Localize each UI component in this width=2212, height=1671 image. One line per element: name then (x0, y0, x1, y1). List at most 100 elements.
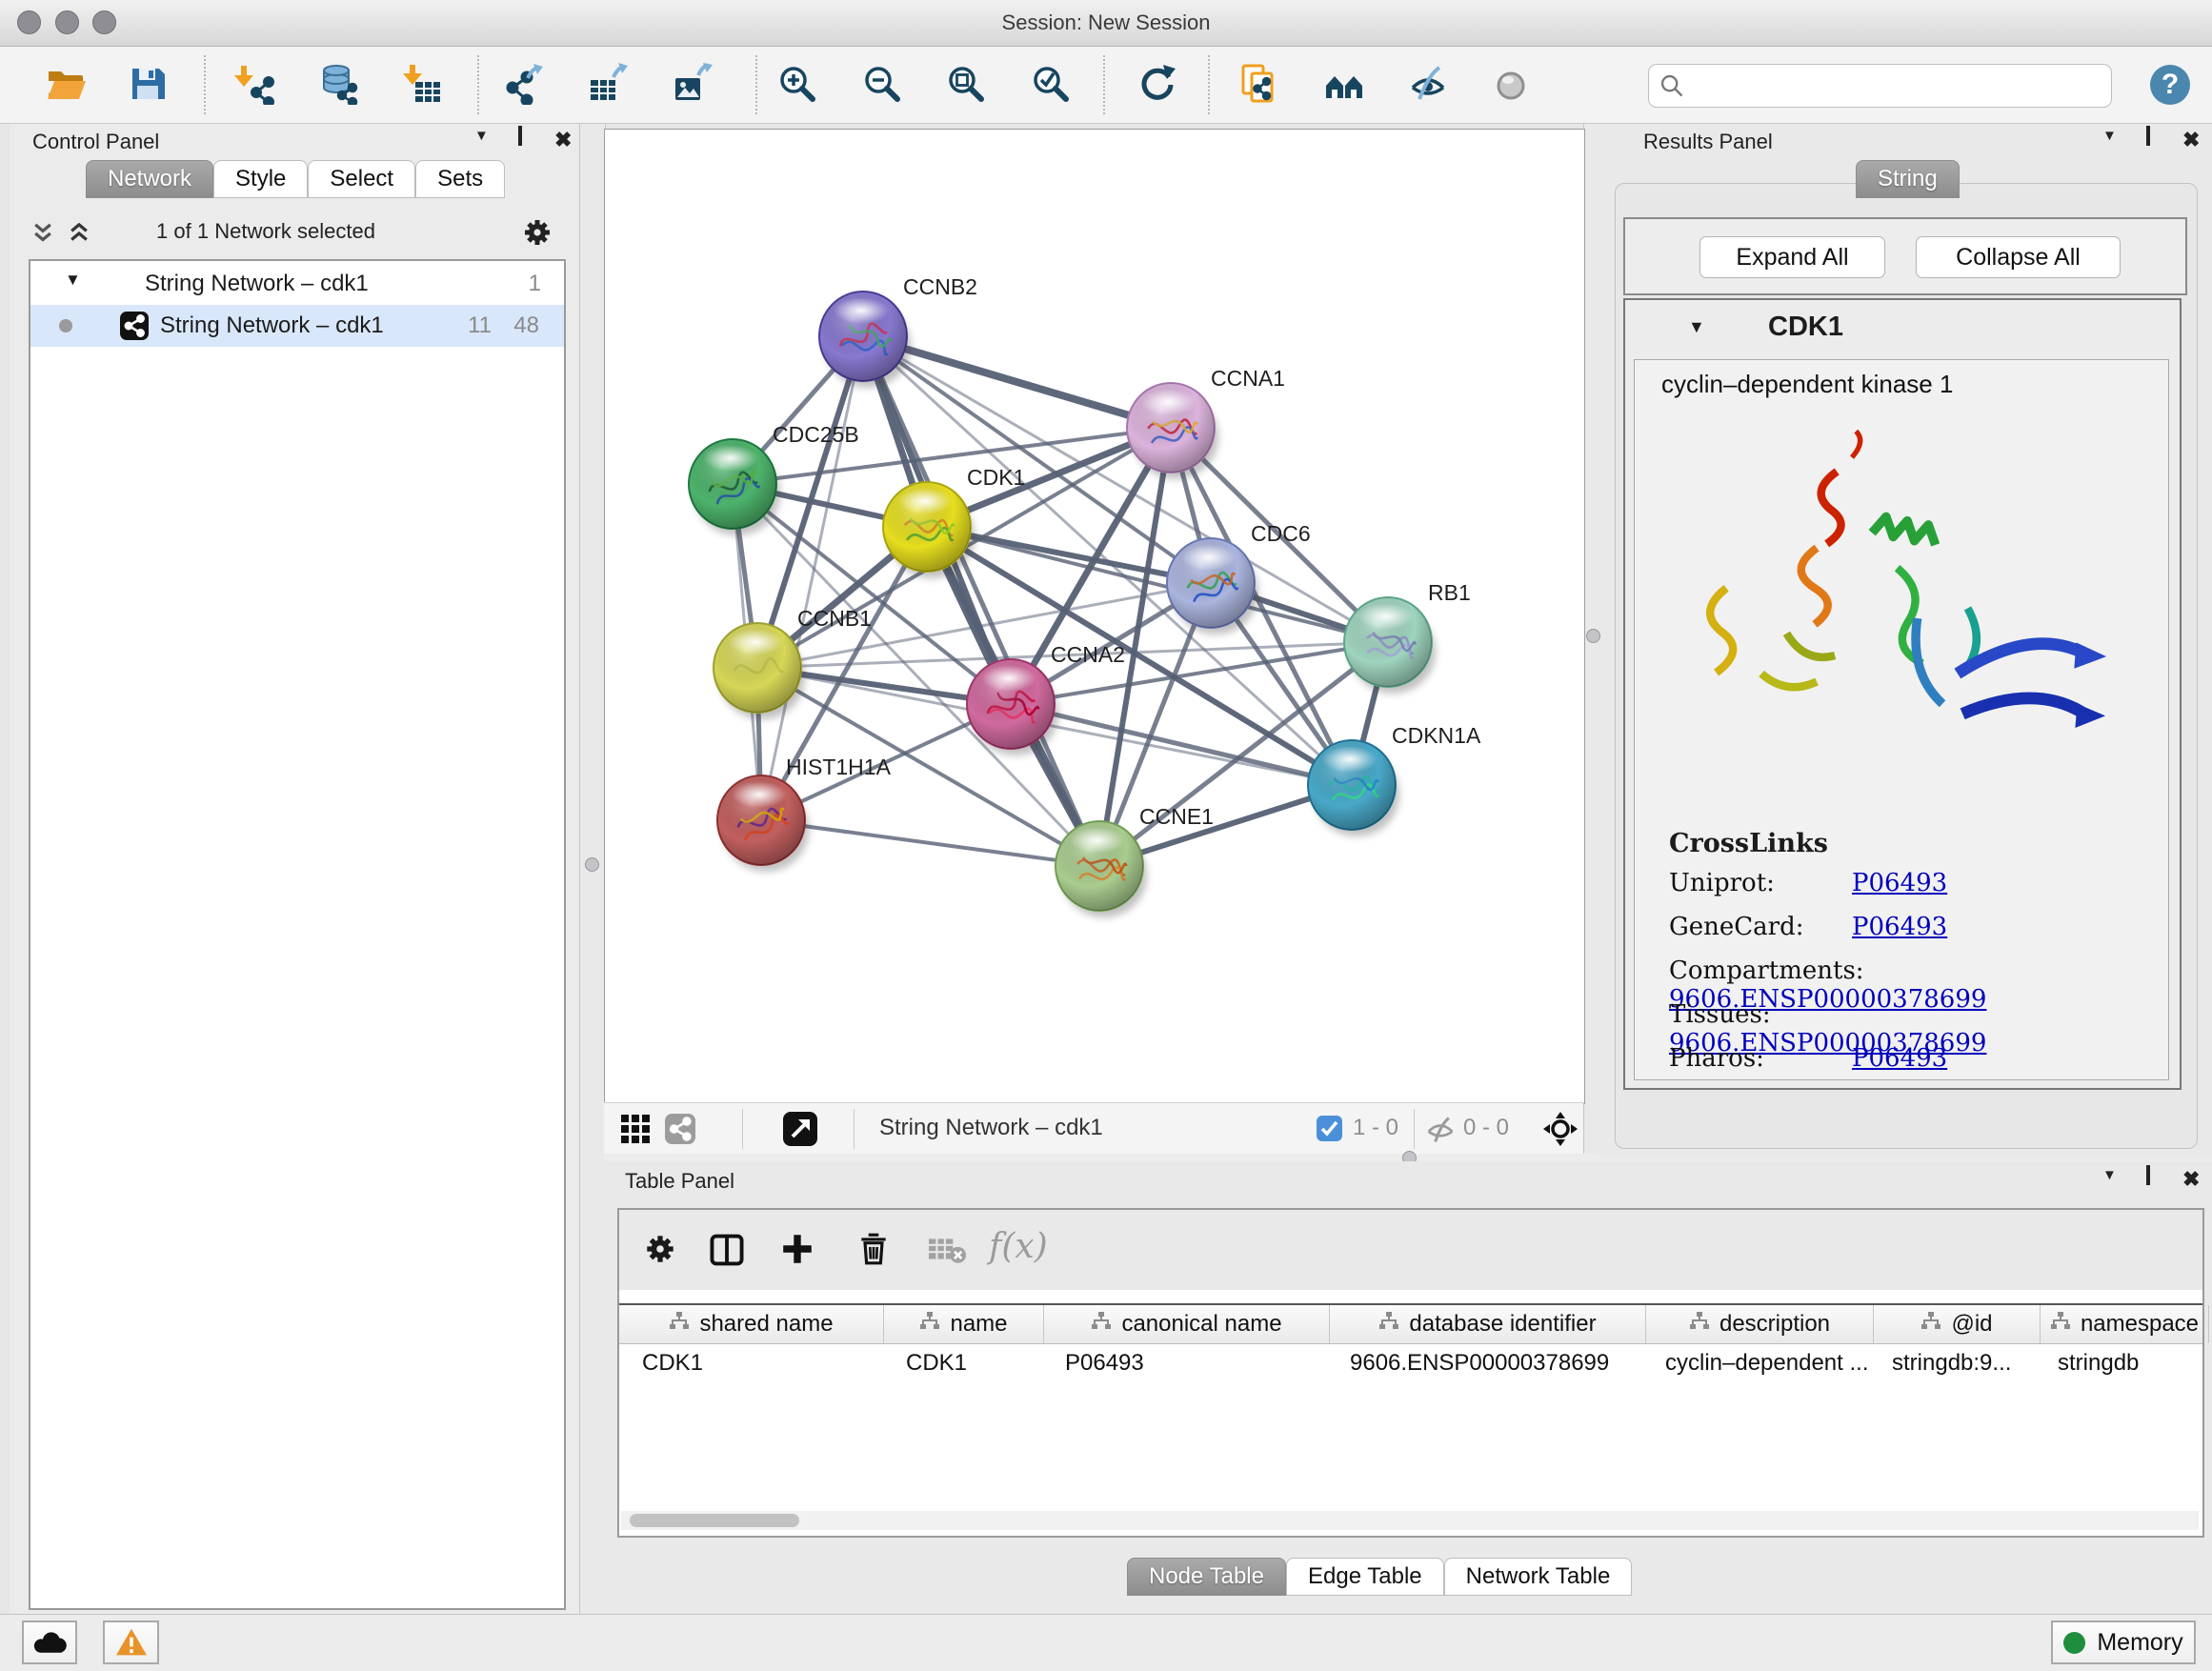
results-panel-close-icon[interactable]: ✖ (2182, 128, 2200, 152)
table-cell[interactable]: stringdb (2035, 1342, 2202, 1384)
node-label: CDKN1A (1392, 723, 1481, 748)
column-header-canonical-name[interactable]: canonical name (1044, 1305, 1330, 1343)
crosslink-row: Uniprot:P06493 (1669, 869, 2168, 913)
table-panel-menu-icon[interactable]: ▼ (2102, 1167, 2117, 1183)
network-node-rb1[interactable]: RB1 (1344, 580, 1471, 694)
network-edge[interactable] (1011, 704, 1352, 785)
zoom-fit-icon[interactable] (945, 63, 987, 105)
gene-card-collapse-icon[interactable]: ▼ (1688, 317, 1705, 337)
network-edge[interactable] (761, 336, 863, 820)
tab-select[interactable]: Select (308, 160, 415, 198)
tab-string[interactable]: String (1856, 160, 1960, 198)
column-header-shared-name[interactable]: shared name (619, 1305, 884, 1343)
column-header-namespace[interactable]: namespace (2041, 1305, 2209, 1343)
cloud-button[interactable] (22, 1621, 77, 1664)
zoom-out-icon[interactable] (861, 63, 903, 105)
column-header--id[interactable]: @id (1874, 1305, 2041, 1343)
tab-node-table[interactable]: Node Table (1127, 1558, 1286, 1596)
delete-table-icon (926, 1231, 964, 1269)
network-tree: ▼ String Network – cdk1 1 String Network… (29, 259, 566, 1610)
left-splitter[interactable] (579, 124, 606, 1614)
export-table-icon[interactable] (586, 63, 628, 105)
export-image-icon[interactable] (671, 63, 713, 105)
table-panel-float-icon[interactable] (2146, 1167, 2150, 1184)
column-header-name[interactable]: name (884, 1305, 1044, 1343)
tab-network-table[interactable]: Network Table (1444, 1558, 1633, 1596)
table-cell[interactable]: stringdb:9... (1869, 1342, 2035, 1384)
grid-view-icon[interactable] (621, 1115, 650, 1148)
network-node-hist1h1a[interactable]: HIST1H1A (717, 755, 892, 872)
search-input[interactable] (1693, 67, 2097, 103)
control-panel-float-icon[interactable] (518, 128, 522, 145)
network-edge[interactable] (761, 820, 1099, 866)
scrollbar-thumb[interactable] (630, 1514, 799, 1527)
export-network-icon[interactable] (501, 63, 543, 105)
table-horizontal-scrollbar[interactable] (621, 1511, 2199, 1530)
import-network-file-icon[interactable] (233, 63, 275, 105)
table-panel-close-icon[interactable]: ✖ (2182, 1167, 2200, 1192)
tab-style[interactable]: Style (213, 160, 308, 198)
birds-eye-view-icon[interactable] (783, 1112, 817, 1151)
control-panel: Control Panel ▼ ✖ NetworkStyleSelectSets… (10, 124, 579, 1614)
center-view-icon[interactable] (1543, 1112, 1578, 1151)
table-cell[interactable]: CDK1 (883, 1342, 1042, 1384)
table-cell[interactable]: cyclin–dependent ... (1642, 1342, 1869, 1384)
tab-sets[interactable]: Sets (415, 160, 505, 198)
zoom-selected-icon[interactable] (1030, 63, 1072, 105)
left-splitter-handle[interactable] (585, 857, 599, 872)
network-node-ccna1[interactable]: CCNA1 (1127, 366, 1285, 479)
table-cell[interactable]: CDK1 (619, 1342, 883, 1384)
network-options-gear-icon[interactable] (520, 215, 554, 254)
right-splitter[interactable] (1583, 124, 1602, 1157)
network-view-icon[interactable] (665, 1114, 695, 1149)
control-panel-close-icon[interactable]: ✖ (554, 128, 572, 152)
table-options-gear-icon[interactable] (642, 1231, 680, 1269)
network-node-cdk1[interactable]: CDK1 (883, 465, 1025, 578)
open-session-icon[interactable] (44, 63, 86, 105)
create-column-icon[interactable] (779, 1231, 817, 1269)
expand-all-button[interactable]: Expand All (1699, 236, 1885, 278)
first-neighbors-icon[interactable] (1323, 63, 1365, 105)
delete-column-icon[interactable] (855, 1231, 894, 1269)
memory-button[interactable]: Memory (2051, 1621, 2196, 1664)
right-splitter-handle[interactable] (1586, 629, 1600, 643)
collection-expand-icon[interactable]: ▼ (65, 271, 81, 290)
network-edge[interactable] (863, 336, 1099, 866)
tab-network[interactable]: Network (86, 160, 213, 198)
tab-edge-table[interactable]: Edge Table (1286, 1558, 1444, 1596)
gene-card-header[interactable]: ▼ CDK1 (1625, 300, 2180, 355)
apply-layout-icon[interactable] (1136, 63, 1177, 105)
help-icon[interactable]: ? (2150, 65, 2190, 105)
crosslink-link[interactable]: P06493 (1852, 869, 1947, 897)
show-columns-icon[interactable] (708, 1231, 746, 1269)
network-collection-row[interactable]: ▼ String Network – cdk1 1 (30, 263, 564, 305)
network-row[interactable]: String Network – cdk1 11 48 (30, 305, 564, 347)
crosslink-link[interactable]: P06493 (1852, 1044, 1947, 1073)
table-cell[interactable]: 9606.ENSP00000378699 (1327, 1342, 1642, 1384)
control-panel-title: Control Panel (32, 130, 159, 154)
collapse-all-button[interactable]: Collapse All (1916, 236, 2121, 278)
import-table-file-icon[interactable] (402, 63, 444, 105)
import-network-database-icon[interactable] (317, 63, 359, 105)
control-panel-menu-icon[interactable]: ▼ (474, 128, 489, 144)
hide-selected-icon[interactable] (1407, 63, 1449, 105)
warnings-button[interactable] (103, 1621, 159, 1664)
crosslink-row: GeneCard:P06493 (1669, 913, 2168, 956)
table-row[interactable]: CDK1CDK1P064939606.ENSP00000378699cyclin… (619, 1342, 2202, 1384)
results-panel-menu-icon[interactable]: ▼ (2102, 128, 2117, 144)
table-panel: Table Panel ▼ ✖ f(x) (604, 1161, 2212, 1614)
show-all-icon[interactable] (1490, 63, 1532, 105)
column-header-description[interactable]: description (1646, 1305, 1874, 1343)
save-session-icon[interactable] (127, 63, 169, 105)
results-panel-float-icon[interactable] (2146, 128, 2150, 145)
crosslink-link[interactable]: P06493 (1852, 913, 1947, 941)
network-node-cdkn1a[interactable]: CDKN1A (1308, 723, 1481, 836)
zoom-in-icon[interactable] (776, 63, 818, 105)
column-header-database-identifier[interactable]: database identifier (1330, 1305, 1646, 1343)
network-canvas[interactable]: CCNB2CCNA1CDC25BCDK1CDC6RB1CCNB1CCNA2CDK… (604, 129, 1585, 1104)
table-cell[interactable]: P06493 (1042, 1342, 1327, 1384)
gene-description: cyclin–dependent kinase 1 (1661, 370, 1953, 399)
selected-checkbox[interactable] (1317, 1116, 1342, 1141)
graphics-details-icon[interactable] (1238, 63, 1280, 105)
network-node-ccnb2[interactable]: CCNB2 (819, 274, 977, 388)
